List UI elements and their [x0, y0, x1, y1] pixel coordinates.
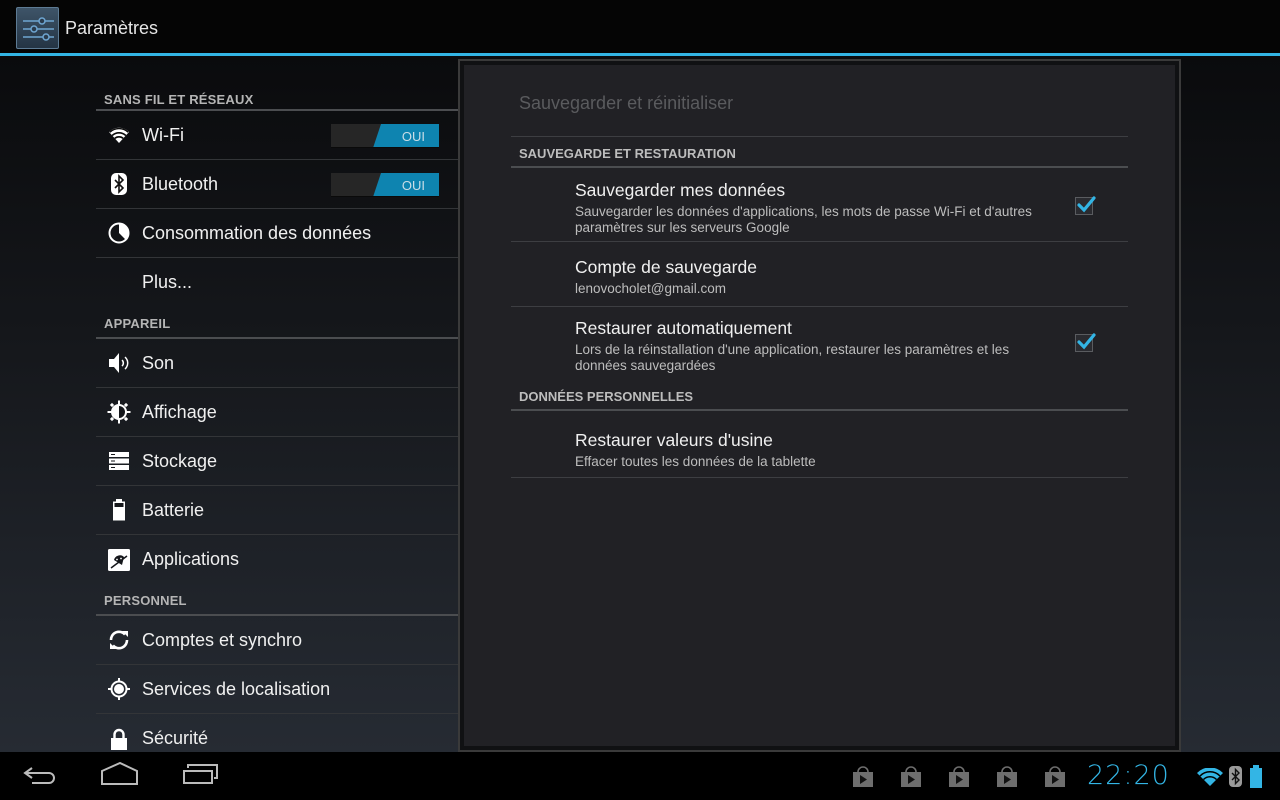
sidebar-item-label: Plus...: [142, 272, 193, 292]
sidebar-item-security[interactable]: Sécurité: [96, 714, 458, 752]
checkmark-icon: [1077, 333, 1096, 350]
pref-summary: Sauvegarder les données d'applications, …: [575, 204, 1032, 235]
wifi-toggle[interactable]: OUI: [331, 124, 439, 148]
sidebar-item-accounts-sync[interactable]: Comptes et synchro: [96, 616, 458, 665]
applications-icon: [96, 548, 142, 572]
preference-list: SAUVEGARDE ET RESTAURATION Sauvegarder m…: [511, 136, 1128, 478]
notification-play-store-4[interactable]: [995, 766, 1019, 793]
backup-data-checkbox[interactable]: [1075, 196, 1096, 215]
pref-title: Restaurer automatiquement: [575, 318, 792, 338]
pref-factory-reset[interactable]: Restaurer valeurs d'usine Effacer toutes…: [511, 411, 1128, 478]
wifi-signal-icon: [1196, 767, 1224, 791]
play-store-icon: [1045, 766, 1065, 787]
play-store-icon: [901, 766, 921, 787]
recent-apps-button[interactable]: [182, 762, 220, 786]
sidebar-item-label: Son: [142, 352, 175, 373]
sidebar-item-more[interactable]: Plus...: [96, 258, 458, 307]
category-header-wireless: SANS FIL ET RÉSEAUX: [96, 56, 458, 111]
section-header-personal-data: DONNÉES PERSONNELLES: [511, 380, 1128, 411]
sidebar-item-label: Comptes et synchro: [142, 629, 303, 650]
display-brightness-icon: [96, 400, 142, 424]
sound-icon: [96, 352, 142, 374]
battery-icon: [96, 499, 142, 521]
settings-sliders-icon: [23, 17, 54, 41]
category-header-device: APPAREIL: [96, 307, 458, 339]
sidebar-item-data-usage[interactable]: Consommation des données: [96, 209, 458, 258]
notification-play-store-3[interactable]: [947, 766, 971, 793]
notification-play-store-2[interactable]: [899, 766, 923, 793]
pref-auto-restore[interactable]: Restaurer automatiquement Lors de la réi…: [511, 307, 1128, 380]
sidebar-item-label: Batterie: [142, 499, 205, 520]
pref-title: Compte de sauvegarde: [575, 257, 757, 277]
sidebar-item-bluetooth[interactable]: Bluetooth OUI: [96, 160, 458, 209]
home-icon: [101, 762, 138, 785]
sidebar-item-label: Sécurité: [142, 728, 209, 748]
sidebar-item-label: Bluetooth: [142, 173, 219, 194]
battery-status-icon: [1249, 765, 1263, 793]
pref-backup-my-data[interactable]: Sauvegarder mes données Sauvegarder les …: [511, 168, 1128, 242]
app-title: Paramètres: [65, 18, 159, 38]
category-header-personal: PERSONNEL: [96, 584, 458, 616]
sidebar-item-label: Applications: [142, 549, 240, 569]
sidebar-item-location[interactable]: Services de localisation: [96, 665, 458, 714]
toggle-state-label: OUI: [401, 129, 425, 144]
settings-content: SANS FIL ET RÉSEAUX Wi-Fi OUI Bluetooth …: [0, 56, 1280, 752]
status-clock[interactable]: 22:20: [1087, 760, 1170, 791]
bluetooth-icon: [96, 173, 142, 195]
pref-summary: Lors de la réinstallation d'une applicat…: [575, 342, 1010, 373]
pref-title: Restaurer valeurs d'usine: [575, 430, 773, 450]
sidebar-item-battery[interactable]: Batterie: [96, 486, 458, 535]
bluetooth-status-icon: [1229, 766, 1242, 792]
data-usage-icon: [96, 222, 142, 244]
storage-icon: [96, 452, 142, 470]
lock-icon: [96, 728, 142, 750]
wifi-icon: [96, 126, 142, 144]
detail-pane-frame: Sauvegarder et réinitialiser SAUVEGARDE …: [458, 59, 1181, 752]
detail-pane: Sauvegarder et réinitialiser SAUVEGARDE …: [464, 65, 1175, 746]
sidebar-item-label: Wi-Fi: [142, 124, 184, 145]
sidebar-item-storage[interactable]: Stockage: [96, 437, 458, 486]
sidebar-item-label: Services de localisation: [142, 678, 331, 699]
sidebar-item-label: Stockage: [142, 450, 218, 471]
location-icon: [96, 677, 142, 701]
home-button[interactable]: [100, 762, 140, 786]
checkmark-icon: [1077, 196, 1096, 213]
action-bar: Paramètres: [0, 0, 1280, 56]
settings-app-icon[interactable]: [16, 7, 59, 49]
settings-header-list: SANS FIL ET RÉSEAUX Wi-Fi OUI Bluetooth …: [96, 56, 458, 752]
sidebar-item-label: Consommation des données: [142, 222, 372, 243]
back-button[interactable]: [22, 762, 58, 786]
sidebar-item-wifi[interactable]: Wi-Fi OUI: [96, 111, 458, 160]
pref-summary: Effacer toutes les données de la tablett…: [575, 454, 816, 469]
sidebar-item-display[interactable]: Affichage: [96, 388, 458, 437]
system-bar: 22:20: [0, 752, 1280, 800]
play-store-icon: [853, 766, 873, 787]
sidebar-item-applications[interactable]: Applications: [96, 535, 458, 584]
pref-title: Sauvegarder mes données: [575, 180, 786, 200]
play-store-icon: [997, 766, 1017, 787]
play-store-icon: [949, 766, 969, 787]
pref-backup-account[interactable]: Compte de sauvegarde lenovocholet@gmail.…: [511, 242, 1128, 307]
recent-apps-icon: [183, 764, 218, 784]
sidebar-item-label: Affichage: [142, 401, 217, 422]
sidebar-item-sound[interactable]: Son: [96, 339, 458, 388]
notification-play-store-5[interactable]: [1043, 766, 1067, 793]
bluetooth-toggle[interactable]: OUI: [331, 173, 439, 197]
back-icon: [23, 767, 55, 784]
pane-title: Sauvegarder et réinitialiser: [519, 93, 734, 113]
section-header-backup-restore: SAUVEGARDE ET RESTAURATION: [511, 137, 1128, 168]
notification-play-store-1[interactable]: [851, 766, 875, 793]
auto-restore-checkbox[interactable]: [1075, 333, 1096, 352]
sync-icon: [96, 628, 142, 652]
pref-summary: lenovocholet@gmail.com: [575, 281, 727, 296]
toggle-state-label: OUI: [401, 178, 425, 193]
